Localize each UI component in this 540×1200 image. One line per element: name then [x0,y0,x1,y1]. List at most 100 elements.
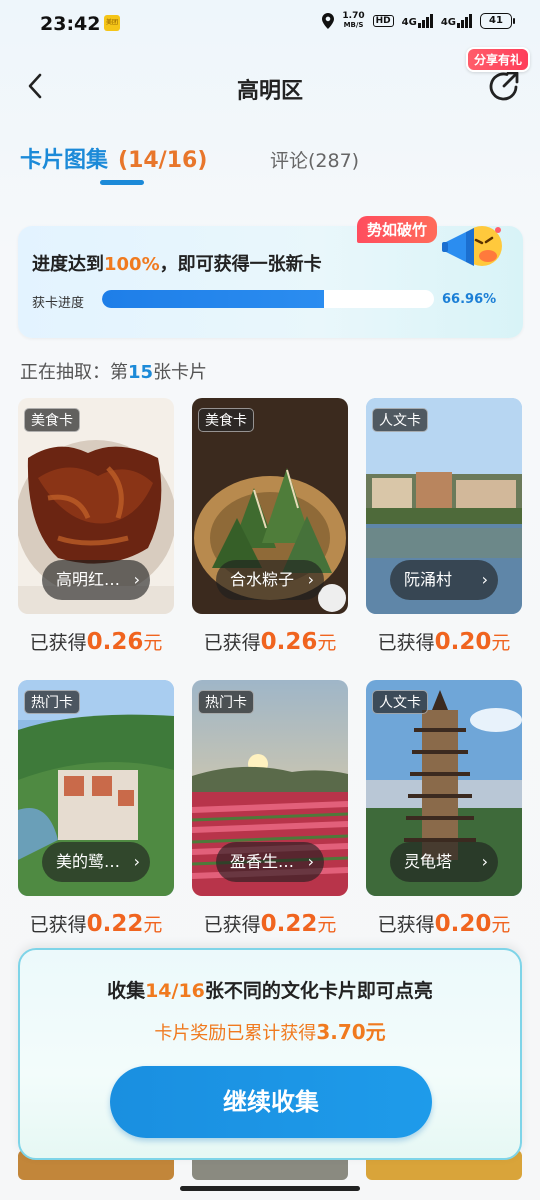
earned-amount: 0.20 [434,911,492,937]
card-name-button[interactable]: 美的鹭… › [42,842,150,882]
tab-card-gallery-label: 卡片图集 [20,148,109,173]
card-item[interactable]: 人文卡 灵龟塔 › [366,680,522,896]
page-title: 高明区 [236,79,303,104]
card-name-label: 高明红… [56,570,121,589]
earned-label: 已获得 [203,632,261,654]
earned-unit: 元 [491,914,511,936]
net1-label: 4G [401,17,417,28]
earned-amount: 0.22 [86,911,144,937]
card-type-tag: 热门卡 [24,690,80,714]
status-time: 23:42 [40,13,101,35]
earned-unit: 元 [317,914,337,936]
card-earned: 已获得0.20元 [366,628,522,655]
share-reward-tag[interactable]: 分享有礼 [465,47,530,72]
card-item[interactable]: 热门卡 美的鹭… › [18,680,174,896]
card-name-button[interactable]: 盈香生… › [216,842,324,882]
signal-1-icon: 4G [402,14,433,28]
earned-amount: 0.22 [260,911,318,937]
card-name-label: 美的鹭… [56,852,121,871]
card-name-button[interactable]: 合水粽子 › [216,560,324,600]
earned-label: 已获得 [29,632,87,654]
card-item[interactable]: 热门卡 盈香生… › [192,680,348,896]
drawing-suffix: 张卡片 [153,362,208,383]
status-icons: 1.70 MB/S HD 4G 4G 41 [322,12,515,30]
card-type-tag: 热门卡 [198,690,254,714]
continue-collect-button[interactable]: 继续收集 [110,1066,432,1138]
meituan-app-icon: 美团 [104,15,120,31]
earned-unit: 元 [491,632,511,654]
card-item[interactable]: 美食卡 合水粽子 › [192,398,348,614]
card-earned: 已获得0.26元 [18,628,174,655]
chevron-right-icon: › [307,852,314,871]
card-type-tag: 美食卡 [24,408,80,432]
earned-label: 已获得 [29,914,87,936]
progress-hint-suffix: ，即可获得一张新卡 [159,254,322,275]
net2-label: 4G [440,17,456,28]
progress-percent: 66.96% [442,292,497,307]
earned-unit: 元 [317,632,337,654]
progress-bar-fill [102,290,325,308]
earned-unit: 元 [143,632,163,654]
card-earned: 已获得0.26元 [192,628,348,655]
chevron-right-icon: › [133,570,140,589]
card-name-button[interactable]: 高明红… › [42,560,150,600]
collect-hint: 收集14/16张不同的文化卡片即可点亮 [20,976,520,1003]
card-earned: 已获得0.20元 [366,910,522,937]
location-icon [322,13,335,29]
chevron-right-icon: › [481,570,488,589]
card-name-button[interactable]: 灵龟塔 › [390,842,498,882]
tab-card-gallery[interactable]: 卡片图集 (14/16) [20,142,207,174]
collect-hint-suffix: 张不同的文化卡片即可点亮 [204,980,433,1002]
card-item[interactable]: 人文卡 阮涌村 › [366,398,522,614]
progress-hint-highlight: 100% [104,254,160,275]
card-name-label: 阮涌村 [404,570,453,589]
speed-value: 1.70 [342,11,365,21]
card-name-label: 合水粽子 [230,570,295,589]
collect-hint-prefix: 收集 [107,980,146,1002]
card-type-tag: 人文卡 [372,408,428,432]
signal-2-icon: 4G [441,14,472,28]
collect-panel: 收集14/16张不同的文化卡片即可点亮 卡片奖励已累计获得3.70元 继续收集 [18,948,522,1160]
streak-badge: 势如破竹 [357,216,438,243]
chevron-right-icon: › [307,570,314,589]
drawing-number: 15 [128,362,154,383]
hd-icon: HD [372,15,394,27]
drawing-status: 正在抽取：第15张卡片 [20,358,207,384]
progress-hint-prefix: 进度达到 [32,254,104,275]
earned-amount: 0.20 [434,629,492,655]
network-speed: 1.70 MB/S [342,12,364,30]
card-item[interactable]: 美食卡 高明红… › [18,398,174,614]
earned-label: 已获得 [377,914,435,936]
chevron-right-icon: › [481,852,488,871]
card-earned: 已获得0.22元 [192,910,348,937]
progress-hint: 进度达到100%，即可获得一张新卡 [32,250,322,276]
tab-comments[interactable]: 评论(287) [270,146,359,173]
earned-unit: 元 [143,914,163,936]
tab-active-indicator [100,180,144,185]
earned-label: 已获得 [377,632,435,654]
reward-total-prefix: 卡片奖励已累计获得 [154,1023,317,1044]
progress-bar [102,290,434,308]
card-name-button[interactable]: 阮涌村 › [390,560,498,600]
progress-label: 获卡进度 [32,296,85,311]
earned-amount: 0.26 [260,629,318,655]
reward-total-amount: 3.70元 [316,1020,386,1044]
home-indicator[interactable] [180,1186,360,1191]
earned-label: 已获得 [203,914,261,936]
chevron-right-icon: › [133,852,140,871]
card-type-tag: 人文卡 [372,690,428,714]
battery-icon: 41 [480,13,515,29]
tab-card-gallery-count: (14/16) [118,148,208,173]
card-type-tag: 美食卡 [198,408,254,432]
collect-hint-count: 14/16 [145,980,205,1002]
earned-amount: 0.26 [86,629,144,655]
header: 高明区 [0,60,540,116]
card-name-label: 灵龟塔 [404,852,453,871]
megaphone-mascot-icon [442,226,502,266]
speed-unit: MB/S [343,21,364,29]
card-earned: 已获得0.22元 [18,910,174,937]
status-bar: 23:42 美团 1.70 MB/S HD 4G 4G 41 [0,0,540,48]
share-icon[interactable] [486,68,522,104]
tab-bar: 卡片图集 (14/16) 评论(287) [20,142,520,192]
drawing-prefix: 正在抽取：第 [20,362,128,383]
